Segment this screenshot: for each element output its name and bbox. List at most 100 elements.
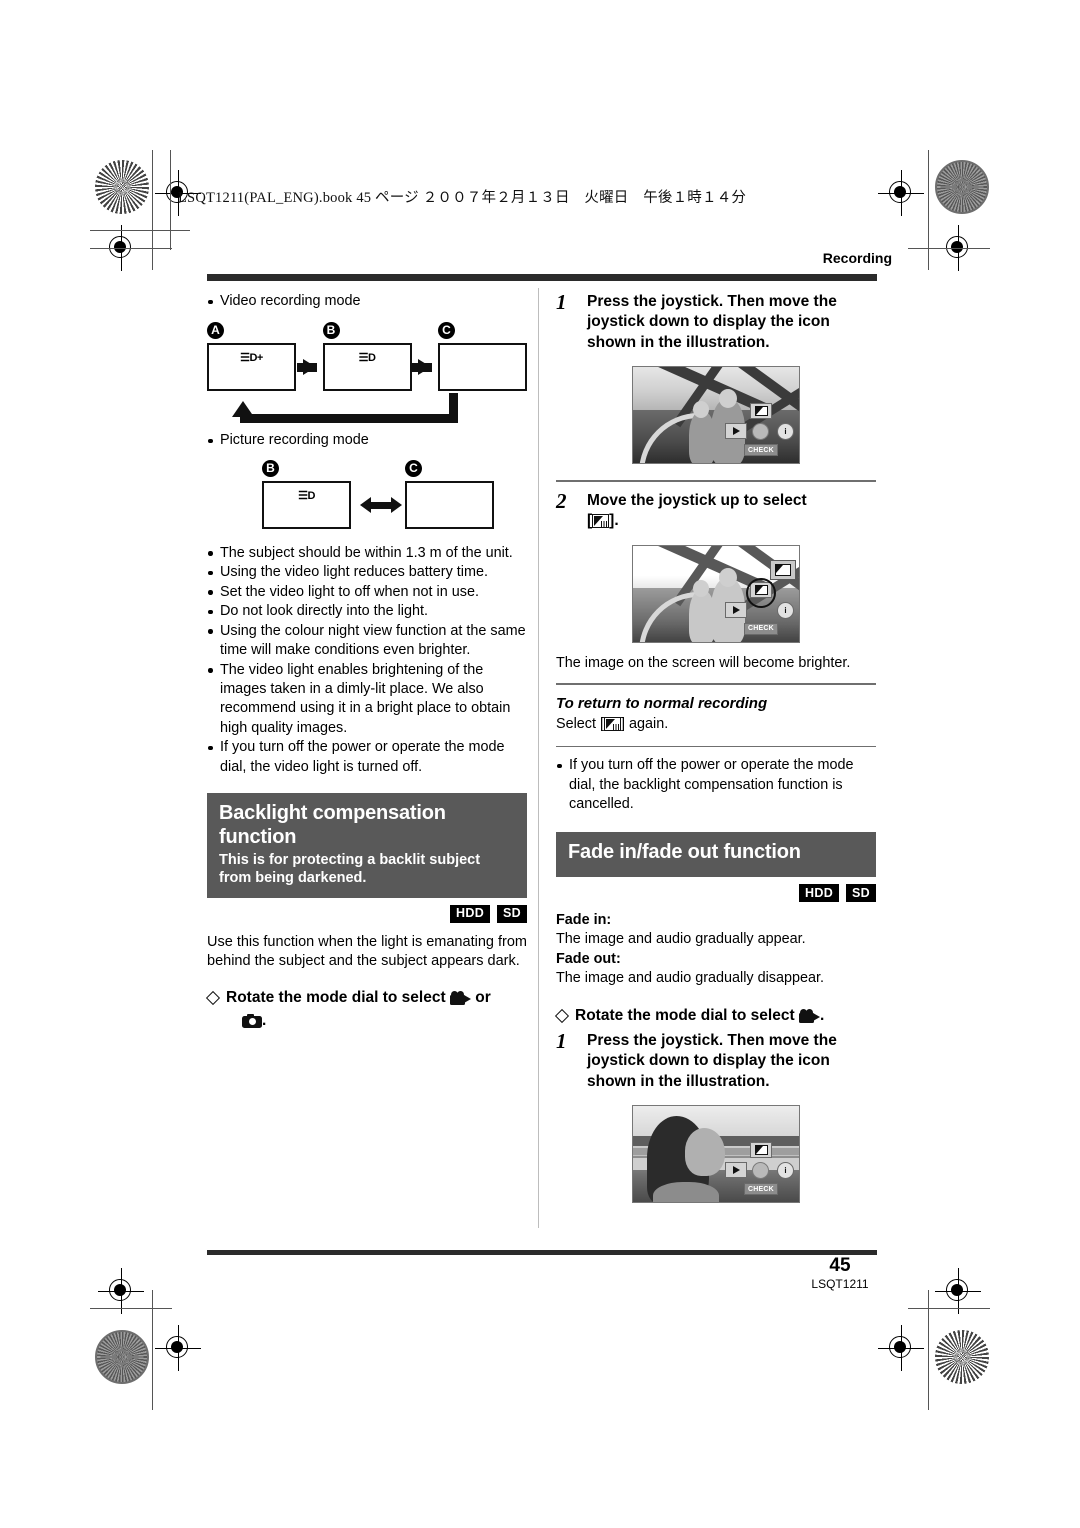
diagram-label-b: B bbox=[322, 322, 340, 340]
step-2-caption: The image on the screen will become brig… bbox=[556, 654, 851, 671]
illustration-backlight-before: i CHECK bbox=[632, 366, 800, 465]
diagram-arrow-2-icon bbox=[412, 359, 433, 376]
illustration-backlight-after: i CHECK bbox=[632, 544, 800, 643]
step-1-fade: 1 Press the joystick. Then move the joys… bbox=[556, 1028, 876, 1092]
joystick-info-label: i bbox=[784, 427, 787, 437]
step-1b-number: 1 bbox=[556, 1028, 567, 1053]
fade-in-text: The image and audio gradually appear. bbox=[556, 931, 806, 948]
crop-line-top-right-h1 bbox=[908, 248, 990, 249]
crop-line-top-right-v1 bbox=[928, 150, 929, 270]
camcorder-icon-2 bbox=[798, 1008, 820, 1023]
diagram-label-c: C bbox=[438, 322, 455, 340]
diagram2-label-c: C bbox=[405, 459, 422, 477]
running-head: Recording bbox=[822, 250, 892, 266]
illustration-fade: i CHECK bbox=[632, 1105, 800, 1204]
mode-dial-text-mid: or bbox=[475, 989, 491, 1007]
fade-out-text: The image and audio gradually disappear. bbox=[556, 970, 825, 987]
list-item: The subject should be within 1.3 m of th… bbox=[207, 544, 527, 563]
list-item: If you turn off the power or operate the… bbox=[207, 738, 527, 777]
right-column: 1 Press the joystick. Then move the joys… bbox=[556, 290, 876, 1204]
joystick-overlay-selected: i CHECK bbox=[725, 559, 797, 640]
backlight-compensation-icon-2 bbox=[604, 717, 621, 732]
fade-function-banner: Fade in/fade out function bbox=[556, 832, 876, 878]
joystick-info-label-2: i bbox=[784, 605, 787, 615]
fade-mode-dial-pre: Rotate the mode dial to select bbox=[575, 1006, 795, 1024]
step-2-number: 2 bbox=[556, 488, 567, 513]
mode-dial-text-post: . bbox=[262, 1012, 267, 1030]
crop-line-bottom-left-h1 bbox=[90, 1308, 172, 1309]
picture-mode-diagram: B ☰D C bbox=[207, 459, 527, 529]
joystick-info-icon: i bbox=[777, 423, 794, 441]
joystick-info-icon-2: i bbox=[777, 601, 794, 619]
column-divider bbox=[538, 288, 539, 1228]
fade-function-title: Fade in/fade out function bbox=[568, 841, 801, 864]
document-code: LSQT1211 bbox=[811, 1276, 869, 1291]
footer-rule bbox=[207, 1250, 877, 1255]
picture-mode-label-list: Picture recording mode bbox=[207, 431, 527, 450]
joystick-check-label-2: CHECK bbox=[744, 622, 778, 635]
joystick-overlay-fade: i CHECK bbox=[725, 1142, 797, 1200]
backlight-compensation-body: Use this function when the light is eman… bbox=[207, 933, 527, 969]
screen-box-b2: ☰D bbox=[262, 480, 351, 529]
registration-rosette-top-left bbox=[95, 160, 149, 214]
backlight-compensation-icon bbox=[592, 514, 610, 529]
video-mode-diagram: A ☰D+ B ☰D C bbox=[207, 321, 527, 431]
backlight-mode-dial-instruction: Rotate the mode dial to select or . bbox=[207, 988, 527, 1031]
book-source-line: LSQT1211(PAL_ENG).book 45 ページ ２００７年２月１３日… bbox=[178, 190, 747, 206]
header-rule bbox=[207, 274, 877, 281]
status-badge-sd: SD bbox=[497, 904, 527, 923]
registration-rosette-top-right bbox=[935, 160, 989, 214]
registration-crosshair-bottom-right-inner bbox=[878, 1325, 924, 1371]
joystick-check-label: CHECK bbox=[744, 444, 778, 457]
folio: 45 LSQT1211 bbox=[795, 1256, 885, 1292]
step-1-text: Press the joystick. Then move the joysti… bbox=[587, 293, 837, 351]
screen-box-b: ☰D bbox=[322, 343, 412, 392]
return-line-pre: Select [ bbox=[556, 716, 604, 733]
joystick-arrow-right-icon-3 bbox=[725, 1162, 747, 1179]
diagram-loopback-arrow-icon bbox=[207, 391, 527, 431]
left-column: Video recording mode A ☰D+ B ☰D C Pictur… bbox=[207, 292, 527, 1031]
registration-rosette-bottom-left bbox=[95, 1330, 149, 1384]
picture-recording-mode-label: Picture recording mode bbox=[207, 431, 527, 450]
joystick-fade-icon bbox=[750, 1142, 772, 1159]
step-2-bracket-close: ]. bbox=[609, 512, 619, 530]
joystick-backlight-selected-icon bbox=[770, 559, 796, 580]
video-light-icon: ☰D bbox=[358, 352, 376, 365]
backlight-compensation-banner: Backlight compensation function This is … bbox=[207, 793, 527, 898]
list-item: Set the video light to off when not in u… bbox=[207, 583, 527, 602]
screen-box-c bbox=[438, 343, 527, 392]
mode-dial-text-pre: Rotate the mode dial to select bbox=[226, 989, 446, 1007]
return-to-normal-line: Select [ ] again. bbox=[556, 715, 876, 734]
crop-line-top-left-v2 bbox=[170, 150, 171, 250]
crop-line-top-left-v1 bbox=[152, 150, 153, 270]
return-line-post: ] again. bbox=[621, 716, 669, 733]
backlight-compensation-title: Backlight compensation function bbox=[219, 802, 446, 848]
video-recording-mode-label: Video recording mode bbox=[207, 292, 527, 311]
screen-box-c2 bbox=[405, 480, 494, 529]
joystick-info-label-3: i bbox=[784, 1166, 787, 1176]
joystick-arrow-right-icon bbox=[725, 423, 747, 440]
joystick-check-label-3: CHECK bbox=[744, 1183, 778, 1196]
diagram-label-a: A bbox=[207, 322, 224, 340]
crop-line-top-left-h2 bbox=[90, 230, 190, 231]
photo-camera-icon bbox=[242, 1014, 262, 1029]
crop-line-bottom-right-h1 bbox=[908, 1308, 990, 1309]
page-number: 45 bbox=[829, 1255, 851, 1276]
joystick-info-icon-3: i bbox=[777, 1162, 794, 1180]
fade-out-label: Fade out: bbox=[556, 950, 621, 967]
list-item: Do not look directly into the light. bbox=[207, 602, 527, 621]
diagram2-label-b: B bbox=[262, 459, 279, 477]
step-2-text-pre: Move the joystick up to select bbox=[587, 491, 807, 509]
screen-box-a: ☰D+ bbox=[207, 343, 296, 392]
list-item: The video light enables brightening of t… bbox=[207, 661, 527, 739]
list-item: If you turn off the power or operate the… bbox=[556, 756, 876, 814]
list-item: Using the colour night view function at … bbox=[207, 622, 527, 661]
step-2-text: Move the joystick up to select []. bbox=[587, 491, 876, 532]
step-1b-text: Press the joystick. Then move the joysti… bbox=[587, 1031, 837, 1090]
joystick-center-button bbox=[752, 423, 769, 441]
step-1-number: 1 bbox=[556, 290, 567, 314]
joystick-center-button-2 bbox=[752, 1162, 769, 1180]
joystick-selection-ring bbox=[746, 577, 776, 608]
fade-in-label: Fade in: bbox=[556, 912, 612, 929]
backlight-cancel-note-list: If you turn off the power or operate the… bbox=[556, 756, 876, 814]
